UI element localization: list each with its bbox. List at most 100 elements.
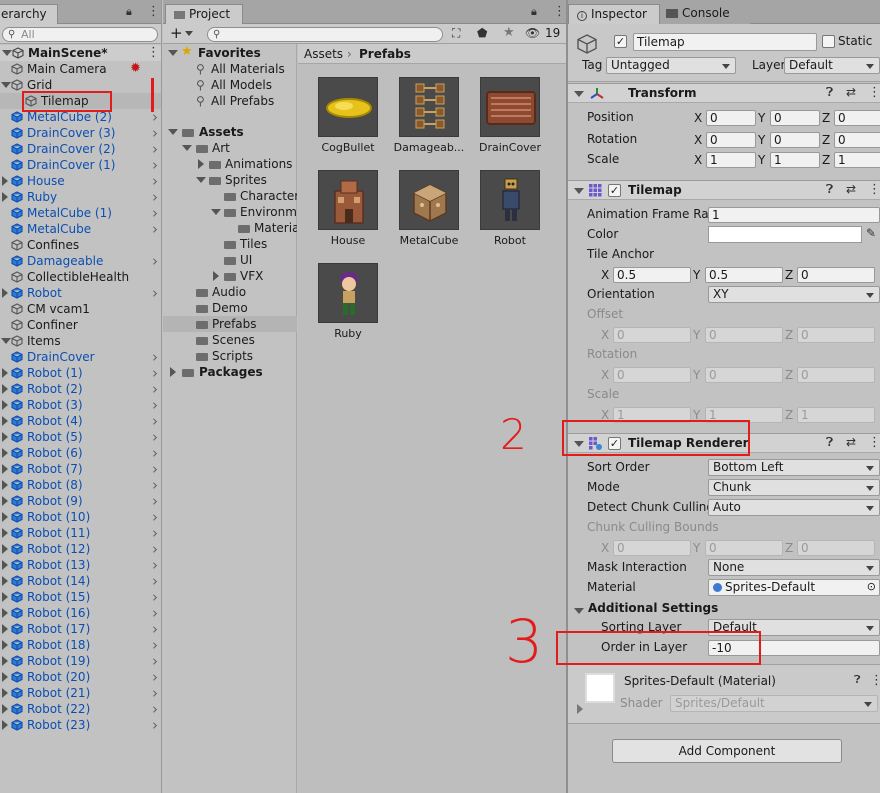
hierarchy-item[interactable]: Ruby › xyxy=(0,189,161,205)
console-tab[interactable]: Console xyxy=(660,4,750,24)
rotation-z-input[interactable]: 0 xyxy=(834,132,880,148)
help-icon[interactable]: ❓︎ xyxy=(826,435,833,450)
hierarchy-item[interactable]: Robot (8) › xyxy=(0,477,161,493)
expand-arrow-icon[interactable] xyxy=(2,384,8,394)
hierarchy-item[interactable]: Robot (4) › xyxy=(0,413,161,429)
open-prefab-chevron-icon[interactable]: › xyxy=(152,413,158,429)
hierarchy-item[interactable]: Damageable › xyxy=(0,253,161,269)
hierarchy-item[interactable]: Robot (22) › xyxy=(0,701,161,717)
open-prefab-chevron-icon[interactable]: › xyxy=(152,349,158,365)
open-prefab-chevron-icon[interactable]: › xyxy=(152,685,158,701)
open-prefab-chevron-icon[interactable]: › xyxy=(152,189,158,205)
open-prefab-chevron-icon[interactable]: › xyxy=(152,221,158,237)
expand-arrow-icon[interactable] xyxy=(2,192,8,202)
hierarchy-item[interactable]: Main Camera ✹ xyxy=(0,61,161,77)
preset-icon[interactable]: ⇄ xyxy=(846,85,856,99)
preset-icon[interactable]: ⇄ xyxy=(846,182,856,196)
layer-dropdown[interactable]: Default xyxy=(784,57,880,74)
open-prefab-chevron-icon[interactable]: › xyxy=(152,461,158,477)
prefab-damageable[interactable]: Damageab... xyxy=(389,77,469,157)
sort-order-dropdown[interactable]: Bottom Left xyxy=(708,459,880,476)
expand-arrow-icon[interactable] xyxy=(2,704,8,714)
open-prefab-chevron-icon[interactable]: › xyxy=(152,493,158,509)
open-prefab-chevron-icon[interactable]: › xyxy=(152,605,158,621)
expand-arrow-icon[interactable] xyxy=(2,368,8,378)
tilemap-scale-z-input[interactable]: 1 xyxy=(797,407,875,423)
hierarchy-item[interactable]: Robot (9) › xyxy=(0,493,161,509)
expand-arrow-icon[interactable] xyxy=(574,188,584,194)
menu-dots-icon[interactable]: ⋮ xyxy=(147,4,160,19)
scale-z-input[interactable]: 1 xyxy=(834,152,880,168)
open-prefab-chevron-icon[interactable]: › xyxy=(152,637,158,653)
hierarchy-item[interactable]: Robot (15) › xyxy=(0,589,161,605)
open-prefab-chevron-icon[interactable]: › xyxy=(152,701,158,717)
active-checkbox[interactable]: ✓ xyxy=(614,35,627,48)
expand-arrow-icon[interactable] xyxy=(2,576,8,586)
hidden-packages-icon[interactable]: 👁︎ xyxy=(525,26,540,40)
position-x-input[interactable]: 0 xyxy=(706,110,756,126)
expand-arrow-icon[interactable] xyxy=(2,640,8,650)
scale-y-input[interactable]: 1 xyxy=(770,152,820,168)
hierarchy-item[interactable]: Robot (19) › xyxy=(0,653,161,669)
culling-bounds-x-input[interactable]: 0 xyxy=(613,540,691,556)
open-prefab-chevron-icon[interactable]: › xyxy=(152,157,158,173)
help-icon[interactable]: ❓︎ xyxy=(826,182,833,197)
component-menu-icon[interactable]: ⋮ xyxy=(868,182,880,197)
open-prefab-chevron-icon[interactable]: › xyxy=(152,381,158,397)
open-prefab-chevron-icon[interactable]: › xyxy=(152,621,158,637)
material-menu-icon[interactable]: ⋮ xyxy=(870,673,880,688)
expand-arrow-icon[interactable] xyxy=(2,480,8,490)
hierarchy-item[interactable]: Robot (6) › xyxy=(0,445,161,461)
tilemap-enabled-checkbox[interactable]: ✓ xyxy=(608,184,621,197)
scene-menu-icon[interactable]: ⋮ xyxy=(147,45,160,61)
collapse-arrow-icon[interactable] xyxy=(170,367,176,377)
expand-arrow-icon[interactable] xyxy=(2,688,8,698)
expand-arrow-icon[interactable] xyxy=(2,560,8,570)
folder-materials[interactable]: Materials xyxy=(163,220,297,236)
tag-dropdown[interactable]: Untagged xyxy=(606,57,736,74)
tile-anchor-x-input[interactable]: 0.5 xyxy=(613,267,691,283)
prefab-robot[interactable]: Robot xyxy=(470,170,550,250)
color-swatch[interactable] xyxy=(708,226,862,243)
breadcrumb-prefabs[interactable]: Prefabs xyxy=(359,47,411,61)
tilemap-rotation-y-input[interactable]: 0 xyxy=(705,367,783,383)
open-prefab-chevron-icon[interactable]: › xyxy=(152,573,158,589)
hierarchy-item[interactable]: CollectibleHealth xyxy=(0,269,161,285)
open-prefab-chevron-icon[interactable]: › xyxy=(152,557,158,573)
open-prefab-chevron-icon[interactable]: › xyxy=(152,205,158,221)
add-component-button[interactable]: Add Component xyxy=(612,739,842,763)
expand-arrow-icon[interactable] xyxy=(196,177,206,183)
open-prefab-chevron-icon[interactable]: › xyxy=(152,669,158,685)
expand-arrow-icon[interactable] xyxy=(574,608,584,614)
expand-arrow-icon[interactable] xyxy=(2,720,8,730)
hierarchy-item[interactable]: Robot (21) › xyxy=(0,685,161,701)
tilemap-header[interactable]: ✓ Tilemap ❓︎ ⇄ ⋮ xyxy=(568,180,880,200)
expand-arrow-icon[interactable] xyxy=(2,512,8,522)
expand-arrow-icon[interactable] xyxy=(182,145,192,151)
object-picker-icon[interactable]: ⊙ xyxy=(867,580,876,594)
expand-arrow-icon[interactable] xyxy=(574,91,584,97)
open-prefab-chevron-icon[interactable]: › xyxy=(152,717,158,733)
hierarchy-item[interactable]: Robot (10) › xyxy=(0,509,161,525)
mode-dropdown[interactable]: Chunk xyxy=(708,479,880,496)
material-field[interactable]: Sprites-Default ⊙ xyxy=(708,579,880,596)
hierarchy-item[interactable]: Robot (7) › xyxy=(0,461,161,477)
expand-arrow-icon[interactable] xyxy=(211,209,221,215)
hierarchy-item[interactable]: MetalCube › xyxy=(0,221,161,237)
hierarchy-item[interactable]: DrainCover (1) › xyxy=(0,157,161,173)
expand-arrow-icon[interactable] xyxy=(2,448,8,458)
prefab-metalcube[interactable]: MetalCube xyxy=(389,170,469,250)
expand-arrow-icon[interactable] xyxy=(168,129,178,135)
expand-arrow-icon[interactable] xyxy=(2,288,8,298)
open-prefab-chevron-icon[interactable]: › xyxy=(152,285,158,301)
hierarchy-item[interactable]: DrainCover (2) › xyxy=(0,141,161,157)
static-checkbox[interactable] xyxy=(822,35,835,48)
expand-arrow-icon[interactable] xyxy=(2,416,8,426)
lock-icon[interactable]: 🔒︎ xyxy=(126,5,132,19)
rotation-x-input[interactable]: 0 xyxy=(706,132,756,148)
tile-anchor-z-input[interactable]: 0 xyxy=(797,267,875,283)
position-z-input[interactable]: 0 xyxy=(834,110,880,126)
rotation-y-input[interactable]: 0 xyxy=(770,132,820,148)
open-prefab-chevron-icon[interactable]: › xyxy=(152,445,158,461)
shader-dropdown[interactable]: Sprites/Default xyxy=(670,695,878,712)
